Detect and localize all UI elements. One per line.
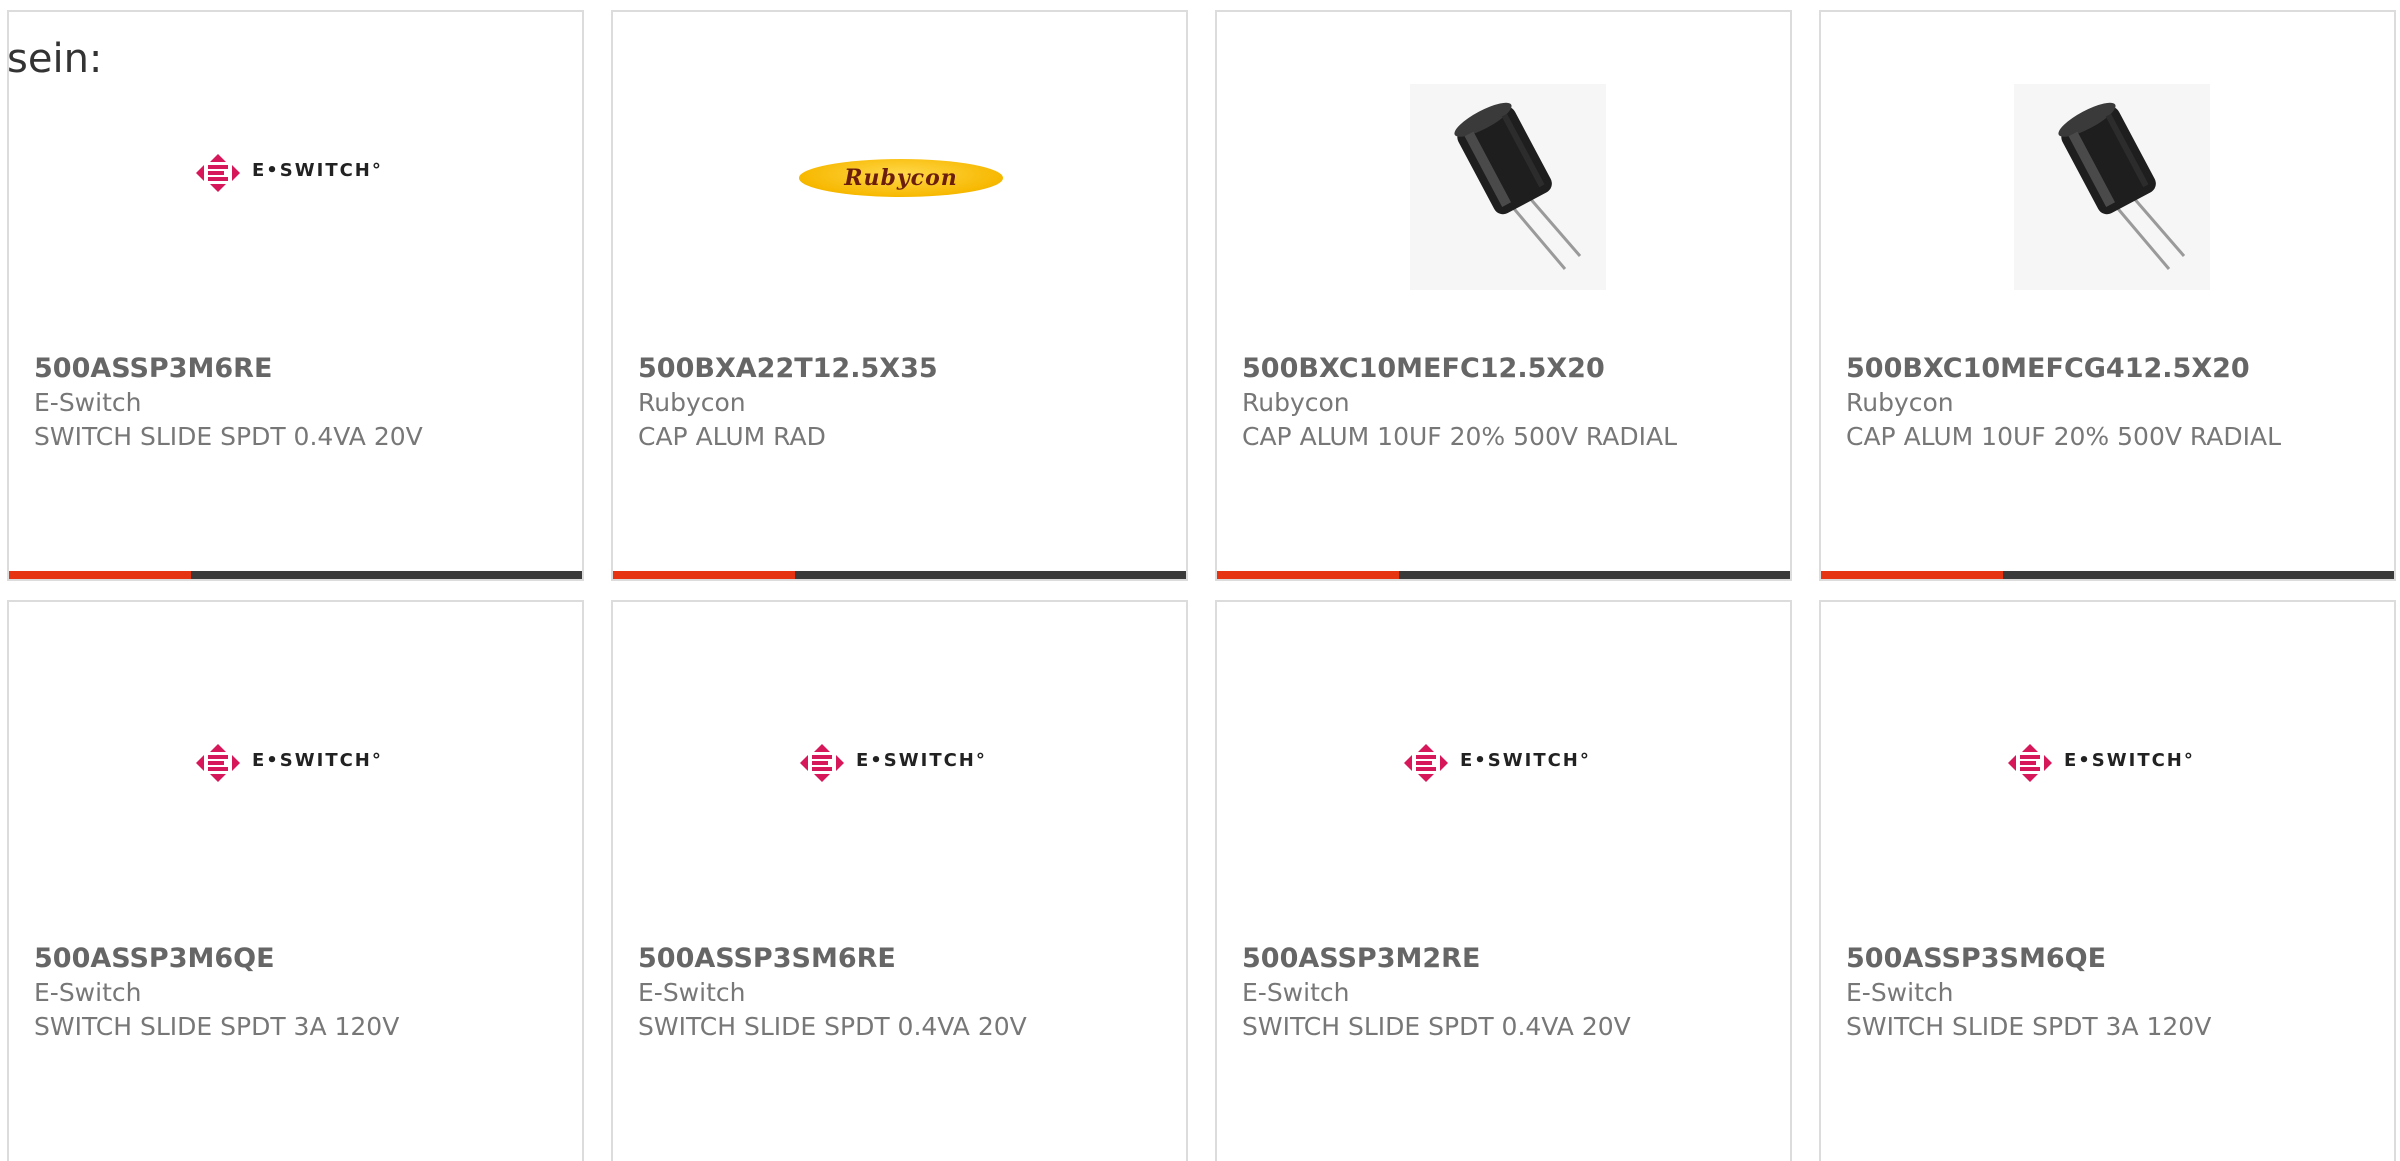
product-image[interactable]: E•SWITCH° bbox=[9, 602, 582, 942]
eswitch-logo-icon: E•SWITCH° bbox=[196, 744, 406, 782]
product-grid-page: sein: E•SWITCH° 500ASSP3M6RE E-Switch SW… bbox=[0, 0, 2400, 1161]
eswitch-logo-text: E•SWITCH° bbox=[2064, 750, 2195, 771]
part-number[interactable]: 500ASSP3M6QE bbox=[34, 942, 562, 976]
capacitor-image-icon bbox=[1410, 84, 1606, 290]
part-number[interactable]: 500ASSP3M6RE bbox=[34, 352, 562, 386]
product-image[interactable]: E•SWITCH° bbox=[1217, 602, 1790, 942]
part-number[interactable]: 500ASSP3M2RE bbox=[1242, 942, 1770, 976]
eswitch-logo-text: E•SWITCH° bbox=[252, 750, 383, 771]
section-heading: sein: bbox=[7, 36, 103, 82]
product-card[interactable]: E•SWITCH° 500ASSP3M6RE E-Switch SWITCH S… bbox=[7, 10, 584, 581]
product-image[interactable]: E•SWITCH° bbox=[1821, 602, 2394, 942]
part-number[interactable]: 500BXC10MEFCG412.5X20 bbox=[1846, 352, 2374, 386]
manufacturer: Rubycon bbox=[1242, 388, 1350, 417]
eswitch-logo-icon: E•SWITCH° bbox=[1404, 744, 1614, 782]
part-number[interactable]: 500ASSP3SM6RE bbox=[638, 942, 1166, 976]
product-info: 500ASSP3M6RE E-Switch SWITCH SLIDE SPDT … bbox=[34, 352, 562, 454]
manufacturer: E-Switch bbox=[1242, 978, 1350, 1007]
manufacturer: E-Switch bbox=[34, 388, 142, 417]
manufacturer: E-Switch bbox=[638, 978, 746, 1007]
product-card[interactable]: E•SWITCH° 500ASSP3SM6RE E-Switch SWITCH … bbox=[611, 600, 1188, 1161]
card-footer-accent bbox=[1821, 571, 2003, 579]
description: CAP ALUM 10UF 20% 500V RADIAL bbox=[1846, 422, 2282, 451]
eswitch-logo-icon: E•SWITCH° bbox=[196, 154, 406, 192]
product-card[interactable]: E•SWITCH° 500ASSP3M2RE E-Switch SWITCH S… bbox=[1215, 600, 1792, 1161]
rubycon-logo-text: Rubycon bbox=[844, 165, 958, 191]
eswitch-logo-icon: E•SWITCH° bbox=[2008, 744, 2218, 782]
card-footer-accent bbox=[1217, 571, 1399, 579]
product-info: 500BXC10MEFCG412.5X20 Rubycon CAP ALUM 1… bbox=[1846, 352, 2374, 454]
part-number[interactable]: 500BXA22T12.5X35 bbox=[638, 352, 1166, 386]
product-card[interactable]: 500BXC10MEFCG412.5X20 Rubycon CAP ALUM 1… bbox=[1819, 10, 2396, 581]
capacitor-image-icon bbox=[2014, 84, 2210, 290]
product-info: 500ASSP3SM6QE E-Switch SWITCH SLIDE SPDT… bbox=[1846, 942, 2374, 1044]
eswitch-logo-text: E•SWITCH° bbox=[252, 160, 383, 181]
manufacturer: Rubycon bbox=[1846, 388, 1954, 417]
manufacturer: Rubycon bbox=[638, 388, 746, 417]
description: SWITCH SLIDE SPDT 3A 120V bbox=[1846, 1012, 2212, 1041]
card-footer-bar bbox=[1217, 571, 1790, 579]
card-footer-bar bbox=[613, 571, 1186, 579]
manufacturer: E-Switch bbox=[1846, 978, 1954, 1007]
manufacturer: E-Switch bbox=[34, 978, 142, 1007]
rubycon-logo-icon: Rubycon bbox=[799, 159, 1003, 197]
card-footer-bar bbox=[1821, 571, 2394, 579]
description: CAP ALUM 10UF 20% 500V RADIAL bbox=[1242, 422, 1678, 451]
description: SWITCH SLIDE SPDT 0.4VA 20V bbox=[34, 422, 423, 451]
product-info: 500ASSP3M2RE E-Switch SWITCH SLIDE SPDT … bbox=[1242, 942, 1770, 1044]
description: SWITCH SLIDE SPDT 3A 120V bbox=[34, 1012, 400, 1041]
eswitch-logo-text: E•SWITCH° bbox=[856, 750, 987, 771]
part-number[interactable]: 500ASSP3SM6QE bbox=[1846, 942, 2374, 976]
card-footer-accent bbox=[9, 571, 191, 579]
product-info: 500BXA22T12.5X35 Rubycon CAP ALUM RAD bbox=[638, 352, 1166, 454]
description: SWITCH SLIDE SPDT 0.4VA 20V bbox=[1242, 1012, 1631, 1041]
product-info: 500ASSP3SM6RE E-Switch SWITCH SLIDE SPDT… bbox=[638, 942, 1166, 1044]
product-image[interactable] bbox=[1821, 12, 2394, 352]
card-footer-accent bbox=[613, 571, 795, 579]
product-card[interactable]: E•SWITCH° 500ASSP3M6QE E-Switch SWITCH S… bbox=[7, 600, 584, 1161]
product-card[interactable]: 500BXC10MEFC12.5X20 Rubycon CAP ALUM 10U… bbox=[1215, 10, 1792, 581]
description: CAP ALUM RAD bbox=[638, 422, 826, 451]
product-info: 500ASSP3M6QE E-Switch SWITCH SLIDE SPDT … bbox=[34, 942, 562, 1044]
product-image[interactable]: E•SWITCH° bbox=[613, 602, 1186, 942]
product-info: 500BXC10MEFC12.5X20 Rubycon CAP ALUM 10U… bbox=[1242, 352, 1770, 454]
product-image[interactable]: Rubycon bbox=[613, 12, 1186, 352]
product-card[interactable]: E•SWITCH° 500ASSP3SM6QE E-Switch SWITCH … bbox=[1819, 600, 2396, 1161]
product-card[interactable]: Rubycon 500BXA22T12.5X35 Rubycon CAP ALU… bbox=[611, 10, 1188, 581]
eswitch-logo-text: E•SWITCH° bbox=[1460, 750, 1591, 771]
product-image[interactable] bbox=[1217, 12, 1790, 352]
part-number[interactable]: 500BXC10MEFC12.5X20 bbox=[1242, 352, 1770, 386]
card-footer-bar bbox=[9, 571, 582, 579]
description: SWITCH SLIDE SPDT 0.4VA 20V bbox=[638, 1012, 1027, 1041]
eswitch-logo-icon: E•SWITCH° bbox=[800, 744, 1010, 782]
